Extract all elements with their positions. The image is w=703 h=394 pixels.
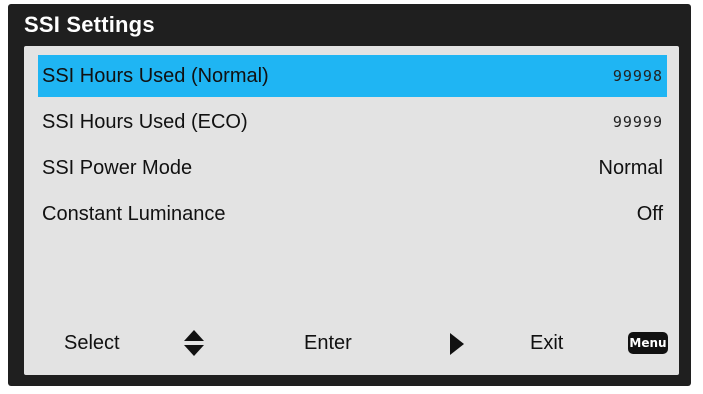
navigation-hints: Select Enter Exit Menu (24, 324, 679, 364)
menu-item-constant-luminance[interactable]: Constant Luminance Off (38, 193, 667, 235)
menu-item-ssi-hours-normal[interactable]: SSI Hours Used (Normal) 99998 (38, 55, 667, 97)
menu-item-ssi-power-mode[interactable]: SSI Power Mode Normal (38, 147, 667, 189)
menu-button-icon: Menu (628, 332, 668, 354)
menu-item-label: SSI Hours Used (Normal) (42, 64, 269, 87)
settings-panel: SSI Hours Used (Normal) 99998 SSI Hours … (24, 46, 679, 375)
menu-item-ssi-hours-eco[interactable]: SSI Hours Used (ECO) 99999 (38, 101, 667, 143)
osd-window: SSI Settings SSI Hours Used (Normal) 999… (8, 4, 691, 386)
menu-item-value: Normal (598, 156, 663, 179)
up-down-arrows-icon (184, 330, 204, 358)
window-title: SSI Settings (24, 12, 155, 37)
menu-item-label: Constant Luminance (42, 202, 226, 225)
menu-item-value: 99998 (612, 67, 663, 85)
exit-hint-label: Exit (530, 332, 564, 354)
menu-item-value: Off (636, 202, 663, 225)
right-arrow-icon (450, 333, 464, 355)
select-hint-label: Select (64, 332, 120, 354)
enter-hint-label: Enter (304, 332, 352, 354)
menu-item-label: SSI Hours Used (ECO) (42, 110, 248, 133)
menu-item-label: SSI Power Mode (42, 156, 193, 179)
menu-item-value: 99999 (612, 113, 663, 131)
